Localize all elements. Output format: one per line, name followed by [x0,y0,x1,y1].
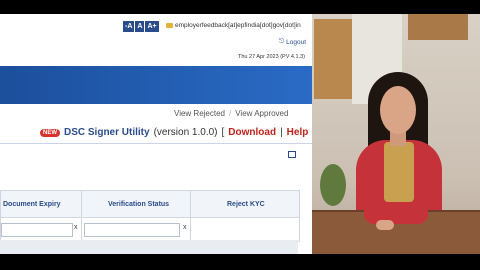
presenter-webcam-photo [312,14,480,254]
presenter-hands [376,220,394,230]
view-approved-link[interactable]: View Approved [235,109,288,118]
column-reject-kyc[interactable]: Reject KYC [227,201,265,208]
dsc-version: (version 1.0.0) [153,127,218,138]
view-rejected-link[interactable]: View Rejected [174,109,225,118]
dsc-signer-row: NEW DSC Signer Utility (version 1.0.0) [… [40,127,312,138]
view-separator: / [229,109,232,118]
pipe-separator: | [280,127,283,138]
envelope-icon [166,23,173,28]
wall-shelf [408,14,468,40]
logout-label: Logout [286,38,307,46]
feedback-email[interactable]: employerfeedback[at]epfindia[dot]gov[dot… [166,22,301,29]
download-link[interactable]: Download [228,127,276,138]
presenter-arms [364,202,428,224]
bookshelf [314,19,352,99]
column-document-expiry[interactable]: Document Expiry [3,201,61,208]
clear-expiry-filter-icon[interactable]: x [74,224,78,231]
font-decrease-button[interactable]: -A [123,21,135,32]
section-divider [0,143,312,144]
font-increase-button[interactable]: A+ [145,21,159,32]
grid-footer [0,240,298,254]
view-links: View Rejected / View Approved [174,109,288,118]
new-badge: NEW [40,128,60,137]
potted-plant [320,164,346,206]
top-bar: -A A A+ employerfeedback[at]epfindia[dot… [0,14,312,66]
open-bracket: [ [221,127,225,138]
date-version: Thu 27 Apr 2023 (PV 4.1.3) [238,54,305,60]
navigation-bar [0,66,312,104]
logout-link[interactable]: ⎋ Logout [279,38,306,46]
verification-status-filter-input[interactable] [84,223,180,237]
epfo-portal-screen: -A A A+ employerfeedback[at]epfindia[dot… [0,14,312,254]
dsc-utility-title: DSC Signer Utility [64,127,150,138]
column-divider [190,191,191,241]
clear-status-filter-icon[interactable]: x [183,224,187,231]
feedback-email-text: employerfeedback[at]epfindia[dot]gov[dot… [175,22,301,29]
document-expiry-filter-input[interactable] [1,223,73,237]
column-verification-status[interactable]: Verification Status [108,201,169,208]
logout-icon: ⎋ [279,38,285,45]
help-link[interactable]: Help [287,127,309,138]
font-size-controls: -A A A+ [123,21,159,32]
presenter-blouse [384,142,414,202]
kyc-grid: Document Expiry Verification Status Reje… [0,190,300,242]
font-normal-button[interactable]: A [135,21,145,32]
grid-header-row: Document Expiry Verification Status Reje… [1,191,299,218]
presenter-face [380,86,416,134]
column-divider [81,191,82,241]
collapse-toggle-icon[interactable] [288,151,296,158]
